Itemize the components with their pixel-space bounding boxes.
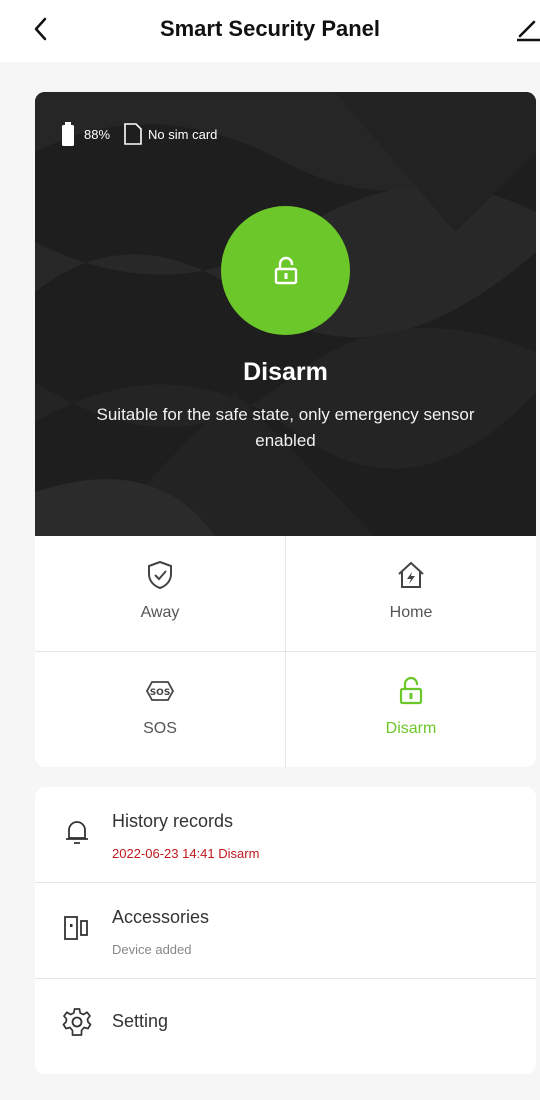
mode-grid: Away Home SOS SOS Disarm [35,536,536,767]
page-title: Smart Security Panel [159,16,381,41]
status-hero: 88% No sim card Disarm Suitable for the … [35,92,536,536]
row-title: History records [112,811,234,831]
arm-state-title: Disarm [243,358,328,386]
row-subtitle: 2022-06-23 14:41 Disarm [112,846,260,861]
mode-disarm-button[interactable]: Disarm [286,652,536,767]
mode-sos-button[interactable]: SOS SOS [35,652,285,767]
pencil-icon [517,20,540,42]
mode-away-button[interactable]: Away [35,536,285,651]
setting-row[interactable]: Setting [35,979,536,1074]
sos-icon: SOS [145,681,175,701]
shield-check-icon [148,560,172,590]
security-panel-card: 88% No sim card Disarm Suitable for the … [35,92,536,767]
mode-label: Away [140,604,180,621]
row-subtitle: Device added [112,942,192,957]
gear-icon [62,1008,92,1036]
top-bar: Smart Security Panel [0,0,540,62]
sim-card-icon [124,123,142,145]
bell-icon [66,821,88,844]
disarm-status-button[interactable] [221,206,350,335]
row-title: Accessories [112,907,210,927]
mode-label: SOS [143,720,177,737]
menu-card: History records 2022-06-23 14:41 Disarm … [35,787,536,1074]
mode-home-button[interactable]: Home [286,536,536,651]
mode-label: Disarm [385,720,437,737]
door-sensor-icon [64,916,88,940]
svg-text:SOS: SOS [150,688,171,698]
mode-label: Home [389,604,433,621]
history-records-row[interactable]: History records 2022-06-23 14:41 Disarm [35,787,536,883]
unlock-icon [274,256,297,284]
battery-level: 88% [84,126,111,142]
unlock-icon [399,676,423,705]
accessories-row[interactable]: Accessories Device added [35,883,536,979]
battery-icon [62,122,74,146]
sim-status: No sim card [148,126,218,142]
device-status-row: 88% No sim card [62,122,217,146]
home-bolt-icon [398,561,424,588]
arm-state-description: Suitable for the safe state, only emerge… [96,405,475,450]
row-title: Setting [112,1011,169,1031]
edit-button[interactable] [514,14,540,44]
